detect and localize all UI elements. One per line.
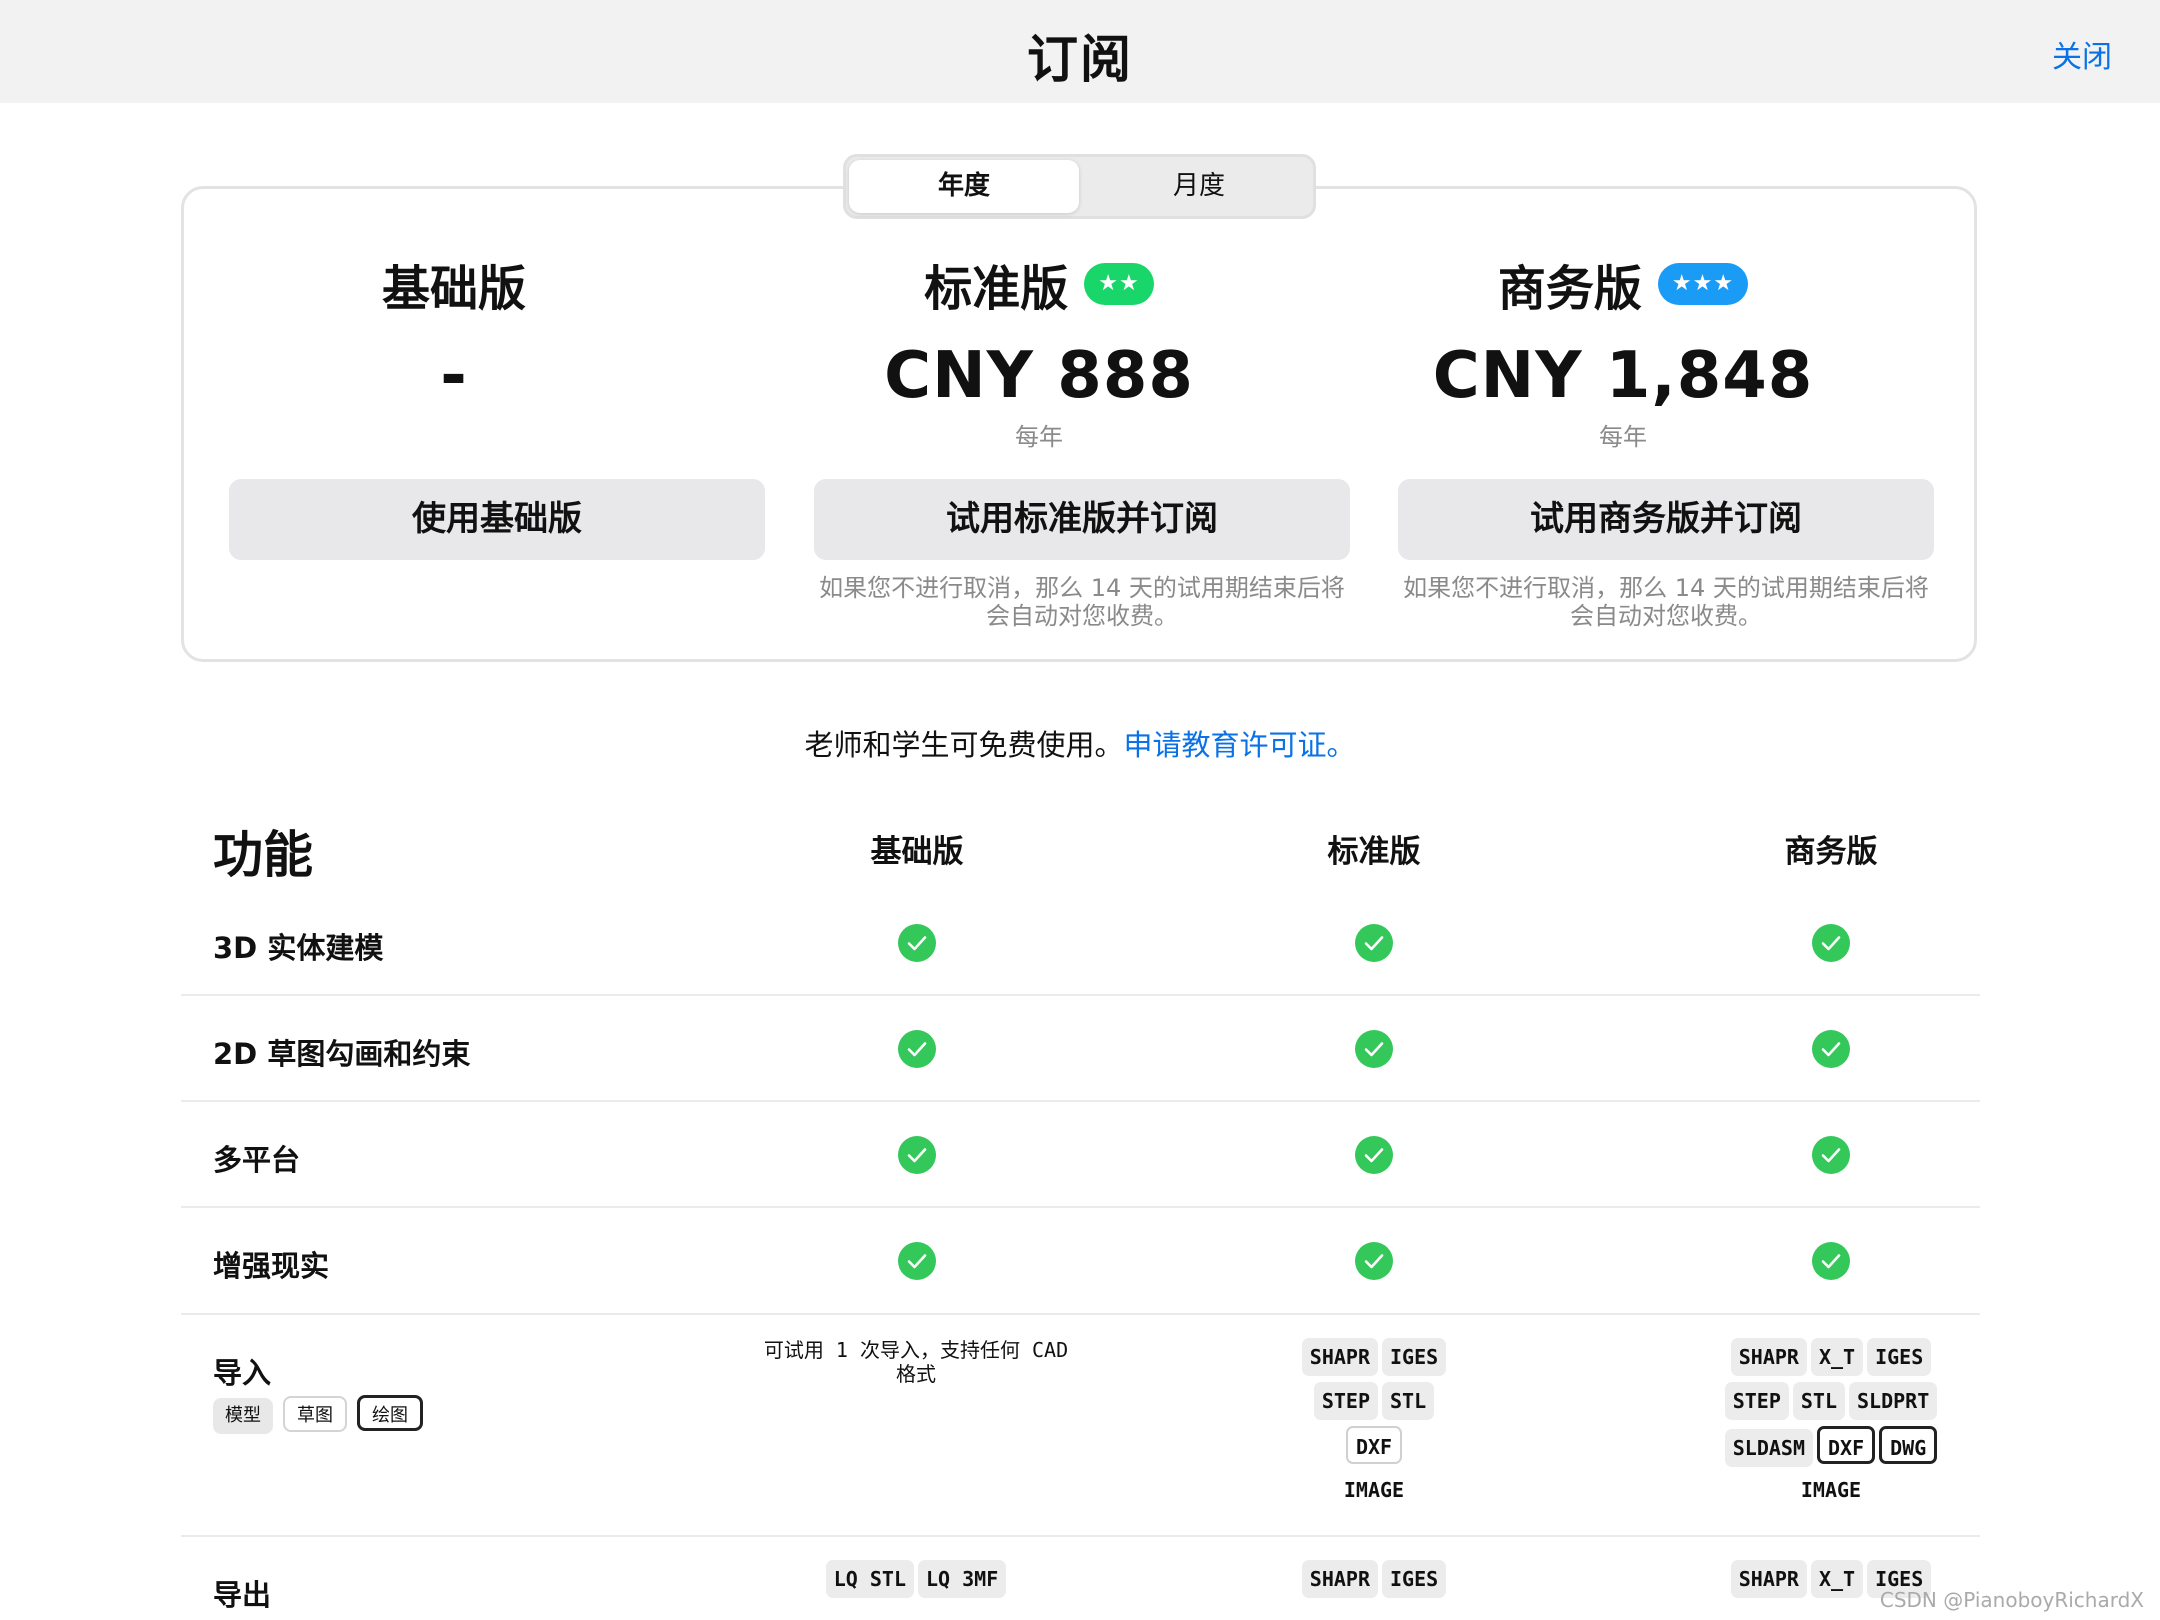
trial-note: 如果您不进行取消，那么 14 天的试用期结束后将会自动对您收费。 [1403, 574, 1929, 630]
check-icon [1812, 1242, 1850, 1280]
format-chip: SHAPR [1301, 1560, 1379, 1598]
plan-price: CNY 1,848 [1432, 339, 1814, 413]
plan-standard: 标准版 ★★ CNY 888 每年 试用标准版并订阅 如果您不进行取消，那么 14… [769, 189, 1350, 665]
tab-yearly[interactable]: 年度 [849, 160, 1079, 213]
tag-sketch[interactable]: 草图 [283, 1396, 347, 1432]
basic-import-note: 可试用 1 次导入，支持任何 CAD 格式 [763, 1338, 1069, 1386]
column-standard: 标准版 [1327, 834, 1421, 870]
format-chip: SHAPR [1730, 1560, 1807, 1598]
check-icon [1355, 924, 1393, 962]
education-note: 老师和学生可免费使用。申请教育许可证。 [0, 722, 2160, 764]
format-chip: SLDPRT [1849, 1382, 1938, 1420]
format-chip: STL [1382, 1382, 1435, 1420]
plan-price: CNY 888 [884, 339, 1194, 413]
plan-name: 标准版 ★★ [769, 249, 1309, 319]
tag-drawing[interactable]: 绘图 [357, 1395, 423, 1431]
plan-name: 基础版 [381, 261, 526, 317]
format-chip: SHAPR [1730, 1338, 1807, 1376]
format-label: IMAGE [1800, 1478, 1862, 1502]
format-chip: X_T [1810, 1560, 1864, 1598]
row-divider [181, 1535, 1980, 1537]
import-tags: 模型 草图 绘图 [213, 1395, 433, 1434]
check-icon [1355, 1030, 1393, 1068]
check-icon [1812, 1136, 1850, 1174]
top-bar: 订阅 关闭 [0, 0, 2160, 103]
feature-label: 3D 实体建模 [213, 931, 384, 965]
billing-period-toggle: 年度 月度 [843, 154, 1316, 219]
trial-note: 如果您不进行取消，那么 14 天的试用期结束后将会自动对您收费。 [819, 574, 1345, 630]
trial-business-button[interactable]: 试用商务版并订阅 [1398, 479, 1934, 560]
row-divider [181, 1313, 1980, 1315]
format-chip: X_T [1810, 1338, 1864, 1376]
check-icon [1355, 1136, 1393, 1174]
check-icon [1355, 1242, 1393, 1280]
plan-price: - [440, 339, 468, 413]
feature-label: 2D 草图勾画和约束 [213, 1037, 471, 1071]
format-chip: IGES [1382, 1338, 1447, 1376]
plan-basic: 基础版 - 使用基础版 [184, 189, 765, 665]
business-import-formats: SHAPR X_T IGES STEP STL SLDPRT SLDASM DXF DWG … [1601, 1338, 2061, 1514]
format-chip: SLDASM [1724, 1429, 1813, 1467]
row-divider [181, 1100, 1980, 1102]
plan-period: 每年 [1015, 423, 1063, 451]
check-icon [1812, 1030, 1850, 1068]
standard-export-formats: SHAPR IGES [1144, 1560, 1604, 1604]
column-business: 商务版 [1784, 834, 1878, 870]
plan-name: 商务版 ★★★ [1353, 249, 1893, 319]
format-chip: DXF [1345, 1426, 1403, 1464]
education-license-link[interactable]: 申请教育许可证。 [1124, 728, 1356, 762]
education-text: 老师和学生可免费使用。 [804, 728, 1124, 762]
tag-model[interactable]: 模型 [213, 1398, 273, 1434]
format-chip: STL [1792, 1382, 1846, 1420]
plans-card: 基础版 - 使用基础版 标准版 ★★ CNY 888 每年 试用标准版并订阅 如果… [181, 186, 1977, 662]
check-icon [898, 1030, 936, 1068]
format-chip: DXF [1817, 1426, 1876, 1464]
basic-export-formats: LQ STL LQ 3MF [686, 1560, 1146, 1604]
three-star-badge: ★★★ [1657, 263, 1749, 305]
standard-import-formats: SHAPR IGES STEP STL DXF IMAGE [1144, 1338, 1604, 1514]
check-icon [898, 1242, 936, 1280]
format-chip: DWG [1879, 1426, 1938, 1464]
trial-standard-button[interactable]: 试用标准版并订阅 [814, 479, 1350, 560]
feature-label: 多平台 [213, 1143, 301, 1177]
format-chip: STEP [1724, 1382, 1789, 1420]
format-chip: IGES [1382, 1560, 1447, 1598]
check-icon [898, 924, 936, 962]
row-divider [181, 994, 1980, 996]
format-chip: SHAPR [1301, 1338, 1379, 1376]
column-basic: 基础版 [870, 834, 964, 870]
export-label: 导出 [213, 1578, 272, 1612]
feature-label: 增强现实 [213, 1249, 330, 1283]
format-chip: LQ 3MF [918, 1560, 1007, 1598]
close-button[interactable]: 关闭 [2052, 32, 2112, 76]
row-divider [181, 1206, 1980, 1208]
use-basic-button[interactable]: 使用基础版 [229, 479, 765, 560]
two-star-badge: ★★ [1084, 263, 1154, 305]
page-title: 订阅 [1026, 31, 1133, 90]
plan-period: 每年 [1599, 423, 1647, 451]
plan-business: 商务版 ★★★ CNY 1,848 每年 试用商务版并订阅 如果您不进行取消，那么… [1353, 189, 1934, 665]
import-label: 导入 [213, 1356, 272, 1390]
watermark: CSDN @PianoboyRichardX [1879, 1588, 2144, 1612]
features-title: 功能 [213, 826, 313, 884]
check-icon [898, 1136, 936, 1174]
tab-monthly[interactable]: 月度 [1084, 160, 1314, 213]
format-chip: IGES [1867, 1338, 1932, 1376]
format-chip: STEP [1313, 1382, 1379, 1420]
format-chip: LQ STL [825, 1560, 914, 1598]
format-label: IMAGE [1343, 1478, 1405, 1502]
check-icon [1812, 924, 1850, 962]
